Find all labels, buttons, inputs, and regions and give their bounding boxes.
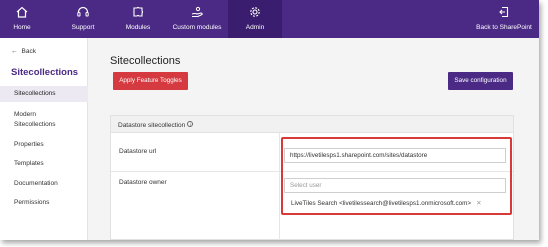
nav-modules[interactable]: Modules [116, 0, 160, 38]
sidebar-item-templates[interactable]: Templates [0, 159, 88, 168]
nav-modules-label: Modules [125, 24, 151, 31]
back-label: Back [21, 48, 36, 55]
hand-icon [191, 6, 203, 18]
gear-icon [250, 7, 260, 17]
top-navigation: Home Support Modules Custom modules Admi… [0, 0, 539, 38]
panel-heading: Datastore sitecollection i [118, 121, 194, 129]
sidebar: ← Back Sitecollections Sitecollections Mo… [0, 38, 88, 240]
nav-custom-modules-label: Custom modules [172, 24, 222, 31]
sidebar-item-documentation[interactable]: Documentation [0, 179, 88, 188]
back-link[interactable]: ← Back [11, 48, 36, 55]
nav-support[interactable]: Support [61, 0, 105, 38]
app-window: Home Support Modules Custom modules Admi… [0, 0, 539, 240]
sidebar-item-modern-line2[interactable]: Sitecollections [0, 120, 88, 129]
column-divider [279, 133, 280, 240]
panel-heading-text: Datastore sitecollection [118, 122, 186, 129]
nav-home[interactable]: Home [0, 0, 44, 38]
nav-support-label: Support [71, 24, 95, 31]
nav-custom-modules[interactable]: Custom modules [168, 0, 226, 38]
datastore-owner-label: Datastore owner [119, 179, 167, 186]
nav-home-label: Home [13, 24, 31, 31]
nav-back-to-sharepoint-label: Back to SharePoint [476, 24, 532, 31]
nav-admin[interactable]: Admin [228, 0, 282, 38]
sidebar-item-properties[interactable]: Properties [0, 140, 88, 149]
datastore-url-label: Datastore url [119, 148, 157, 155]
row-divider [111, 171, 513, 172]
remove-user-icon[interactable]: ✕ [476, 200, 481, 207]
exit-icon [499, 6, 509, 18]
headset-icon [77, 6, 89, 17]
nav-back-to-sharepoint[interactable]: Back to SharePoint [470, 0, 538, 38]
select-user-input[interactable] [284, 178, 506, 193]
puzzle-icon [133, 6, 144, 17]
home-icon [16, 6, 28, 18]
save-configuration-button[interactable]: Save configuration [448, 72, 513, 90]
nav-admin-label: Admin [245, 24, 265, 31]
selected-user-label: LiveTiles Search <livetilessearch@liveti… [291, 200, 472, 207]
page-title: Sitecollections [110, 55, 181, 67]
apply-feature-toggles-button[interactable]: Apply Feature Toggles [113, 72, 188, 90]
sidebar-title: Sitecollections [11, 67, 79, 78]
sidebar-item-modern-line1[interactable]: Modern [0, 110, 88, 119]
panel-header: Datastore sitecollection i [111, 116, 513, 133]
datastore-url-input[interactable] [284, 148, 506, 163]
sidebar-item-permissions[interactable]: Permissions [0, 198, 88, 207]
arrow-left-icon: ← [11, 48, 18, 55]
sidebar-item-sitecollections[interactable]: Sitecollections [0, 86, 88, 102]
info-icon[interactable]: i [187, 121, 194, 127]
selected-user-chip: LiveTiles Search <livetilessearch@liveti… [291, 200, 481, 207]
